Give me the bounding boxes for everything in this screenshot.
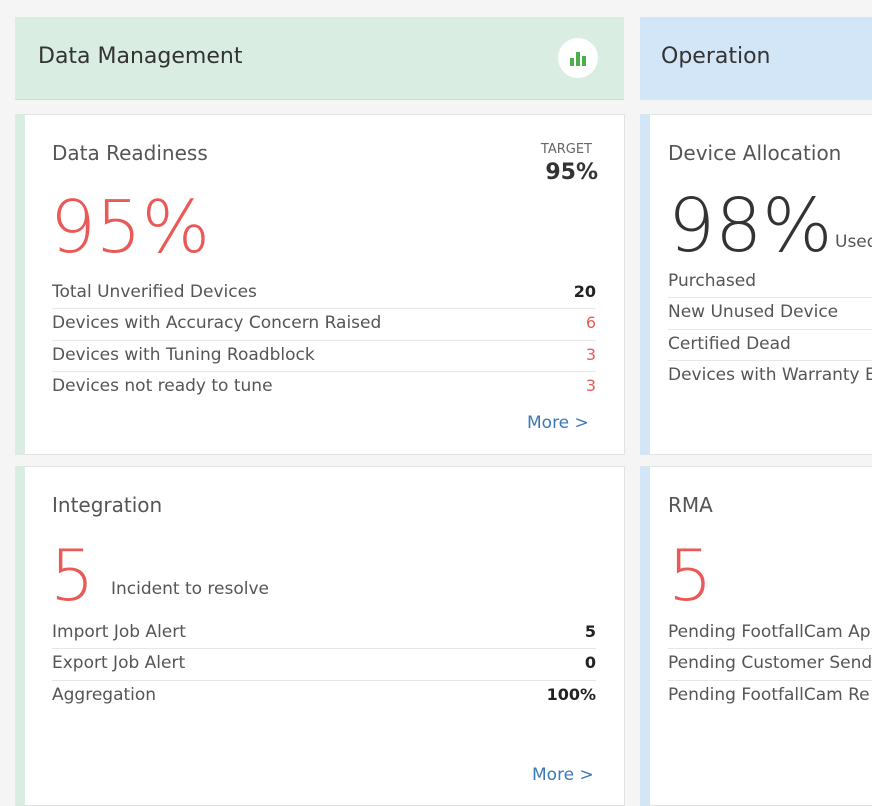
- card-title: RMA: [668, 493, 713, 517]
- row-value: 3: [585, 344, 596, 364]
- data-management-header: Data Management: [15, 17, 624, 100]
- card-title: Data Readiness: [52, 141, 208, 165]
- row-label: Devices not ready to tune: [52, 375, 273, 396]
- list-item[interactable]: Export Job Alert 0: [52, 649, 596, 681]
- operation-title: Operation: [661, 44, 771, 69]
- row-label: New Unused Device: [668, 302, 839, 323]
- list-item[interactable]: Devices with Accuracy Concern Raised 6: [52, 309, 596, 341]
- allocation-percent: 98%: [668, 183, 833, 269]
- incident-caption: Incident to resolve: [111, 579, 269, 599]
- allocation-caption: Used: [835, 232, 872, 252]
- row-value: 20: [573, 282, 596, 301]
- incident-count: 5: [50, 535, 95, 617]
- card-title: Device Allocation: [668, 141, 842, 165]
- rma-count: 5: [668, 535, 713, 617]
- readiness-percent: 95%: [50, 185, 211, 269]
- row-label: Export Job Alert: [52, 653, 186, 674]
- row-value: 3: [585, 375, 596, 395]
- target-value: 95%: [545, 160, 598, 185]
- row-label: Import Job Alert: [52, 622, 186, 642]
- target-label: TARGET: [540, 142, 592, 157]
- row-label: Pending FootfallCam Re: [668, 684, 870, 705]
- device-allocation-card: Device Allocation 98% Used Purchased New…: [640, 114, 872, 455]
- readiness-list: Total Unverified Devices 20 Devices with…: [52, 278, 596, 403]
- list-item[interactable]: Pending Customer Send: [668, 649, 872, 681]
- list-item[interactable]: Devices with Warranty E: [668, 361, 872, 392]
- allocation-list: Purchased New Unused Device Certified De…: [668, 267, 872, 392]
- list-item[interactable]: Total Unverified Devices 20: [52, 278, 596, 310]
- list-item[interactable]: Pending FootfallCam Ap: [668, 618, 872, 650]
- data-readiness-card: Data Readiness TARGET 95% 95% Total Unve…: [15, 114, 625, 455]
- row-value: 0: [584, 653, 596, 673]
- list-item[interactable]: Import Job Alert 5: [52, 618, 596, 650]
- row-label: Total Unverified Devices: [52, 282, 257, 302]
- row-label: Devices with Warranty E: [668, 364, 872, 385]
- row-label: Certified Dead: [668, 333, 791, 354]
- list-item[interactable]: Pending FootfallCam Re: [668, 681, 872, 712]
- integration-list: Import Job Alert 5 Export Job Alert 0 Ag…: [52, 618, 596, 712]
- row-label: Devices with Accuracy Concern Raised: [52, 313, 382, 334]
- row-label: Pending FootfallCam Ap: [668, 622, 871, 642]
- row-value: 100%: [546, 684, 596, 704]
- bar-chart-icon[interactable]: [558, 38, 598, 78]
- list-item[interactable]: Devices not ready to tune 3: [52, 372, 596, 403]
- integration-card: Integration 5 Incident to resolve Import…: [15, 466, 625, 806]
- list-item[interactable]: Devices with Tuning Roadblock 3: [52, 341, 596, 372]
- data-management-title: Data Management: [38, 44, 243, 69]
- rma-card: RMA 5 Pending FootfallCam Ap Pending Cus…: [640, 466, 872, 806]
- list-item[interactable]: Aggregation 100%: [52, 681, 596, 712]
- row-value: 5: [584, 622, 596, 641]
- list-item[interactable]: New Unused Device: [668, 298, 872, 330]
- row-value: 6: [585, 313, 596, 333]
- more-link[interactable]: More >: [527, 413, 589, 433]
- rma-list: Pending FootfallCam Ap Pending Customer …: [668, 618, 872, 712]
- row-label: Devices with Tuning Roadblock: [52, 344, 315, 365]
- more-link[interactable]: More >: [532, 765, 594, 785]
- row-label: Purchased: [668, 271, 756, 291]
- list-item[interactable]: Certified Dead: [668, 330, 872, 361]
- row-label: Pending Customer Send: [668, 653, 872, 674]
- operation-header: Operation: [640, 17, 872, 100]
- list-item[interactable]: Purchased: [668, 267, 872, 299]
- row-label: Aggregation: [52, 684, 157, 705]
- card-title: Integration: [52, 493, 163, 517]
